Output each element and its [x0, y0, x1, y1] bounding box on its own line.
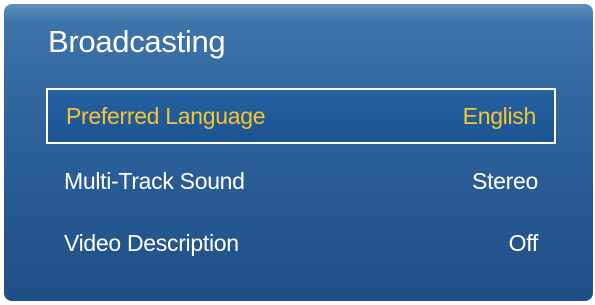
- panel-title: Broadcasting: [48, 24, 226, 59]
- menu-item-label: Preferred Language: [66, 102, 266, 129]
- menu-item-multi-track-sound[interactable]: Multi-Track Sound Stereo: [46, 153, 556, 209]
- menu-item-value: Stereo: [472, 167, 538, 194]
- menu-item-label: Video Description: [64, 229, 239, 256]
- menu-item-value: Off: [508, 229, 539, 256]
- menu-item-video-description[interactable]: Video Description Off: [46, 215, 556, 271]
- menu-item-value: English: [462, 102, 537, 129]
- menu-item-label: Multi-Track Sound: [64, 167, 245, 194]
- menu-item-preferred-language[interactable]: Preferred Language English: [46, 88, 556, 144]
- broadcasting-menu-panel: Broadcasting Preferred Language English …: [4, 4, 593, 301]
